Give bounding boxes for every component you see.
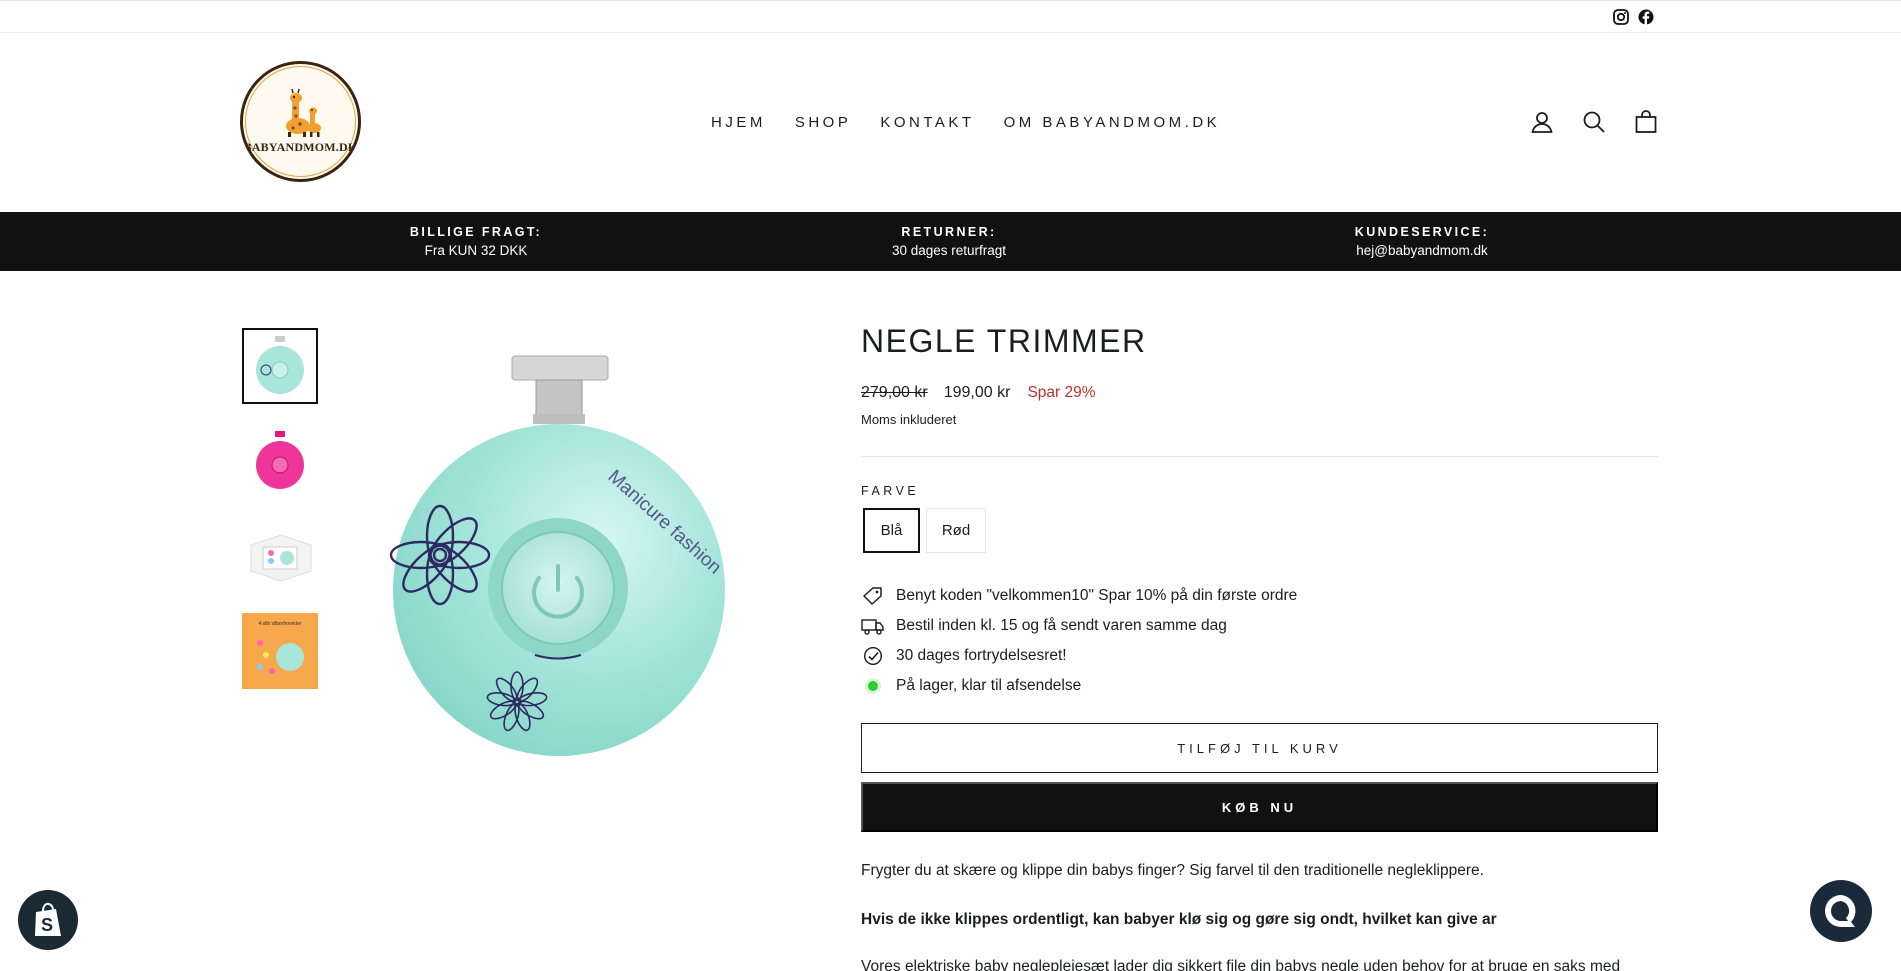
announcement-title: BILLIGE FRAGT: [409, 225, 543, 239]
add-to-cart-button[interactable]: TILFØJ TIL KURV [861, 723, 1658, 773]
feature-returns: 30 dages fortrydelsesret! [861, 645, 1067, 667]
thumbnail-blue[interactable] [242, 328, 318, 404]
announcement-customer-service: KUNDESERVICE: hej@babyandmom.dk [1252, 223, 1592, 261]
site-logo[interactable]: BABYANDMOM.DK [240, 61, 361, 182]
cart-icon[interactable] [1632, 108, 1660, 136]
main-nav: HJEM SHOP KONTAKT OM BABYANDMOM.DK [711, 33, 1249, 212]
announcement-shipping: BILLIGE FRAGT: Fra KUN 32 DKK [306, 223, 646, 261]
color-option-label: FARVE [861, 484, 920, 498]
nav-item-om[interactable]: OM BABYANDMOM.DK [1004, 114, 1221, 131]
product-main-image[interactable]: Manicure fashion [385, 350, 735, 760]
tag-icon [861, 585, 885, 607]
thumbnail-package[interactable] [242, 519, 318, 595]
nav-item-shop[interactable]: SHOP [795, 114, 852, 131]
nav-item-kontakt[interactable]: KONTAKT [880, 114, 974, 131]
announcement-text: hej@babyandmom.dk [1356, 243, 1488, 258]
chat-icon[interactable] [1810, 880, 1872, 942]
shopify-bag-icon[interactable]: S [18, 890, 78, 950]
product-title: NEGLE TRIMMER [861, 323, 1147, 359]
announcement-returns: RETURNER: 30 dages returfragt [779, 223, 1119, 261]
compare-price: 279,00 kr [861, 384, 928, 401]
nav-item-hjem[interactable]: HJEM [711, 114, 766, 131]
announcement-text: Fra KUN 32 DKK [424, 243, 528, 258]
search-icon[interactable] [1580, 108, 1608, 136]
thumbnail-accessories[interactable]: 4 slib sliberhoveder [242, 613, 318, 689]
facebook-icon[interactable] [1637, 8, 1655, 26]
feature-stock: På lager, klar til afsendelse [861, 675, 1081, 697]
product-info: NEGLE TRIMMER 279,00 kr 199,00 kr Spar 2… [861, 320, 1658, 971]
account-icon[interactable] [1528, 108, 1556, 136]
tax-note: Moms inkluderet [861, 412, 957, 427]
color-option-rod[interactable]: Rød [926, 508, 986, 553]
description-paragraph: Frygter du at skære og klippe din babys … [861, 862, 1484, 879]
description-heading: Hvis de ikke klippes ordentligt, kan bab… [861, 911, 1497, 928]
truck-icon [861, 615, 885, 637]
instagram-icon[interactable] [1612, 8, 1630, 26]
announcement-title: RETURNER: [901, 225, 997, 239]
svg-text:S: S [41, 915, 53, 935]
thumbnail-pink[interactable] [242, 423, 318, 499]
sale-price: 199,00 kr [943, 384, 1011, 401]
check-circle-icon [861, 645, 885, 667]
announcement-title: KUNDESERVICE: [1354, 225, 1490, 239]
feature-text: 30 dages fortrydelsesret! [896, 647, 1067, 664]
logo-text: BABYANDMOM.DK [243, 140, 358, 154]
announcement-bar: BILLIGE FRAGT: Fra KUN 32 DKK RETURNER: … [0, 212, 1901, 271]
description-paragraph: Vores elektriske baby negleplejesæt lade… [861, 958, 1621, 971]
feature-shipping: Bestil inden kl. 15 og få sendt varen sa… [861, 615, 1227, 637]
announcement-text: 30 dages returfragt [891, 243, 1007, 258]
logo-ring [245, 66, 356, 177]
thumbnail-caption: 4 slib sliberhoveder [258, 621, 301, 627]
buy-now-button[interactable]: KØB NU [861, 782, 1658, 832]
feature-text: Bestil inden kl. 15 og få sendt varen sa… [896, 617, 1227, 634]
stock-text: På lager, klar til afsendelse [896, 677, 1082, 694]
in-stock-dot-icon [861, 675, 885, 697]
price-row: 279,00 kr 199,00 kr Spar 29% [861, 384, 1096, 402]
feature-discount: Benyt koden "velkommen10" Spar 10% på di… [861, 585, 1297, 607]
top-bar [0, 0, 1901, 33]
color-option-bla[interactable]: Blå [863, 508, 920, 553]
divider [861, 456, 1658, 457]
site-header: BABYANDMOM.DK HJEM SHOP KONTAKT OM BABYA… [0, 33, 1901, 212]
feature-text: Benyt koden "velkommen10" Spar 10% på di… [896, 587, 1298, 604]
save-badge: Spar 29% [1027, 384, 1096, 401]
